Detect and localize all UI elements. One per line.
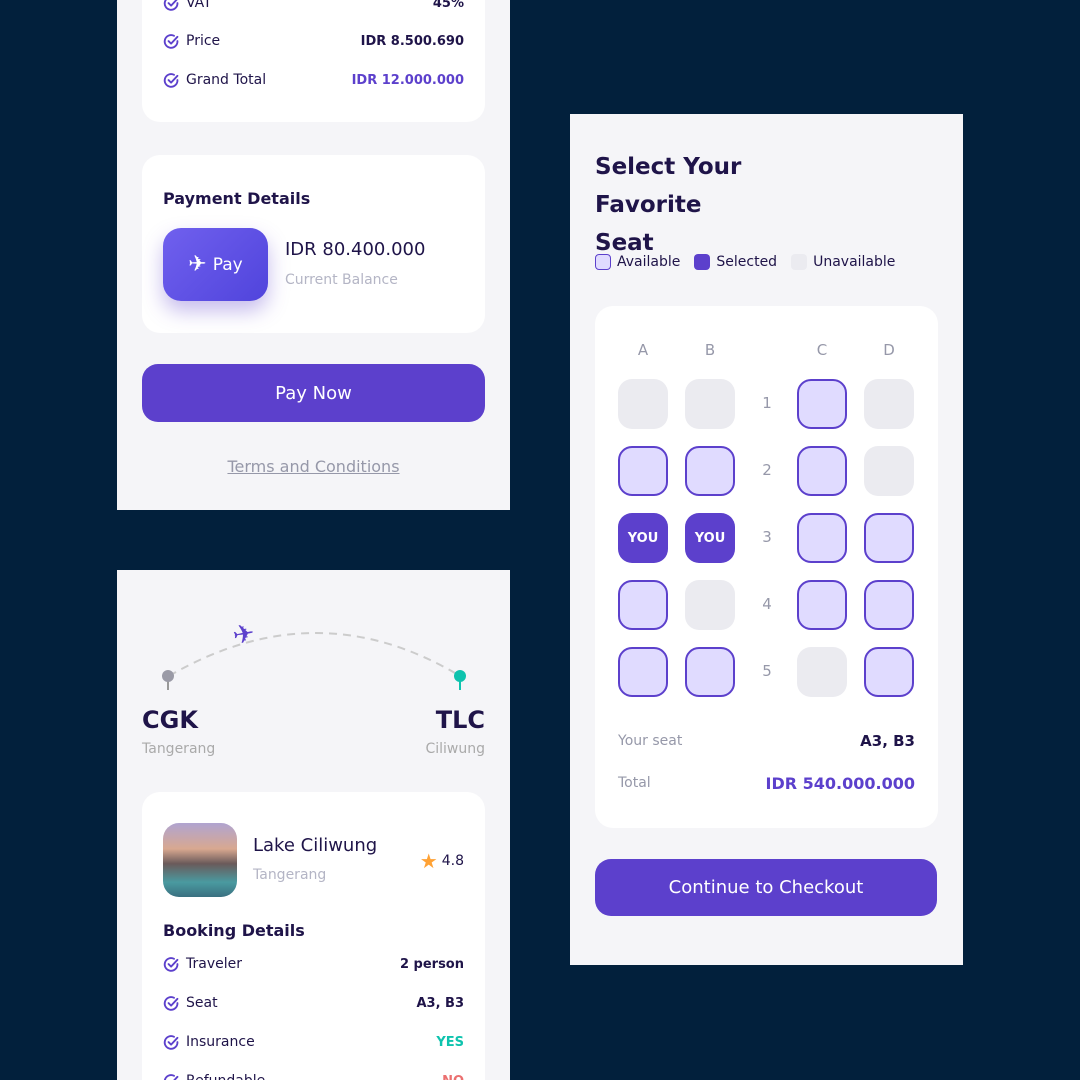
star-icon: ★ bbox=[419, 849, 438, 873]
legend-unavailable: Unavailable bbox=[791, 254, 895, 270]
terms-link[interactable]: Terms and Conditions bbox=[117, 457, 510, 476]
seat-C3[interactable] bbox=[797, 513, 847, 563]
seat-C5 bbox=[797, 647, 847, 697]
seat-A1 bbox=[618, 379, 668, 429]
detail-row: Refundable NO bbox=[163, 1071, 464, 1080]
plane-icon: ✈ bbox=[188, 252, 207, 277]
booking-panel: ✈ CGK Tangerang TLC Ciliwung Lake Ciliwu… bbox=[117, 570, 510, 1080]
total-label: Total bbox=[618, 775, 651, 791]
check-circle-icon bbox=[163, 72, 179, 88]
seat-D1 bbox=[864, 379, 914, 429]
seat-B2[interactable] bbox=[685, 446, 735, 496]
detail-row: Price IDR 8.500.690 bbox=[163, 31, 464, 51]
detail-label: Grand Total bbox=[186, 72, 267, 88]
destination-name: Lake Ciliwung bbox=[253, 835, 378, 856]
detail-row: VAT 45% bbox=[163, 0, 464, 13]
your-seat-value: A3, B3 bbox=[860, 732, 915, 750]
detail-label: Insurance bbox=[186, 1034, 255, 1050]
detail-row: Insurance YES bbox=[163, 1032, 464, 1052]
origin-city: Tangerang bbox=[142, 741, 216, 757]
detail-value: YES bbox=[436, 1034, 464, 1050]
detail-label: Seat bbox=[186, 995, 218, 1011]
balance: IDR 80.400.000 bbox=[285, 239, 426, 260]
flight-route bbox=[162, 632, 466, 690]
seat-C4[interactable] bbox=[797, 580, 847, 630]
booking-details-title: Booking Details bbox=[163, 921, 305, 940]
seat-D2 bbox=[864, 446, 914, 496]
column-header: A bbox=[637, 341, 649, 359]
rating: ★ 4.8 bbox=[419, 849, 464, 873]
seat-legend: Available Selected Unavailable bbox=[595, 254, 895, 270]
check-circle-icon bbox=[163, 1034, 179, 1050]
your-seat-label: Your seat bbox=[618, 733, 683, 749]
row-number: 4 bbox=[762, 595, 772, 613]
detail-value: IDR 8.500.690 bbox=[360, 33, 464, 49]
row-number: 2 bbox=[762, 461, 772, 479]
detail-value: A3, B3 bbox=[416, 995, 464, 1011]
seat-B4 bbox=[685, 580, 735, 630]
detail-value: NO bbox=[442, 1074, 464, 1080]
detail-value: IDR 12.000.000 bbox=[351, 72, 464, 88]
checkout-panel: VAT 45% Price IDR 8.500.690 Grand Total IDR 1… bbox=[117, 0, 510, 510]
detail-label: Traveler bbox=[186, 956, 242, 972]
detail-row: Seat A3, B3 bbox=[163, 993, 464, 1013]
continue-to-checkout-button[interactable]: Continue to Checkout bbox=[595, 859, 937, 916]
pay-now-button[interactable]: Pay Now bbox=[142, 364, 485, 422]
check-circle-icon bbox=[163, 1073, 179, 1080]
seat-D4[interactable] bbox=[864, 580, 914, 630]
destination-code: TLC bbox=[435, 706, 485, 734]
page-title: Select Your Favorite Seat bbox=[595, 154, 742, 256]
total-value: IDR 540.000.000 bbox=[765, 774, 915, 793]
column-header: C bbox=[816, 341, 828, 359]
seat-A5[interactable] bbox=[618, 647, 668, 697]
seat-D5[interactable] bbox=[864, 647, 914, 697]
summary-card bbox=[142, 0, 485, 122]
legend-available: Available bbox=[595, 254, 680, 270]
seat-B3[interactable]: YOU bbox=[685, 513, 735, 563]
row-number: 3 bbox=[762, 528, 772, 546]
column-header: B bbox=[704, 341, 716, 359]
seat-A4[interactable] bbox=[618, 580, 668, 630]
seat-C1[interactable] bbox=[797, 379, 847, 429]
detail-value: 45% bbox=[432, 0, 464, 11]
pay-card-label: Pay bbox=[212, 254, 243, 275]
seat-A3[interactable]: YOU bbox=[618, 513, 668, 563]
check-circle-icon bbox=[163, 995, 179, 1011]
destination-subtitle: Tangerang bbox=[253, 867, 327, 883]
seat-C2[interactable] bbox=[797, 446, 847, 496]
origin-pin-icon bbox=[162, 670, 174, 682]
check-circle-icon bbox=[163, 956, 179, 972]
origin-code: CGK bbox=[142, 706, 198, 734]
destination-pin-icon bbox=[454, 670, 466, 682]
detail-label: Price bbox=[186, 33, 221, 49]
detail-row: Grand Total IDR 12.000.000 bbox=[163, 70, 464, 90]
detail-value: 2 person bbox=[399, 956, 464, 972]
detail-label: VAT bbox=[186, 0, 212, 11]
check-circle-icon bbox=[163, 33, 179, 49]
seat-A2[interactable] bbox=[618, 446, 668, 496]
detail-label: Refundable bbox=[186, 1073, 265, 1080]
check-circle-icon bbox=[163, 0, 179, 11]
destination-image bbox=[163, 823, 237, 897]
detail-row: Traveler 2 person bbox=[163, 954, 464, 974]
seat-D3[interactable] bbox=[864, 513, 914, 563]
pay-card[interactable]: ✈ Pay bbox=[163, 228, 268, 301]
destination-city: Ciliwung bbox=[425, 741, 485, 757]
row-number: 5 bbox=[762, 662, 772, 680]
column-header: D bbox=[883, 341, 895, 359]
seat-B1 bbox=[685, 379, 735, 429]
balance-label: Current Balance bbox=[285, 272, 398, 288]
seat-panel: Select Your Favorite Seat Available Select… bbox=[570, 114, 963, 965]
legend-selected: Selected bbox=[694, 254, 777, 270]
row-number: 1 bbox=[762, 394, 772, 412]
seat-B5[interactable] bbox=[685, 647, 735, 697]
payment-title: Payment Details bbox=[163, 189, 311, 208]
